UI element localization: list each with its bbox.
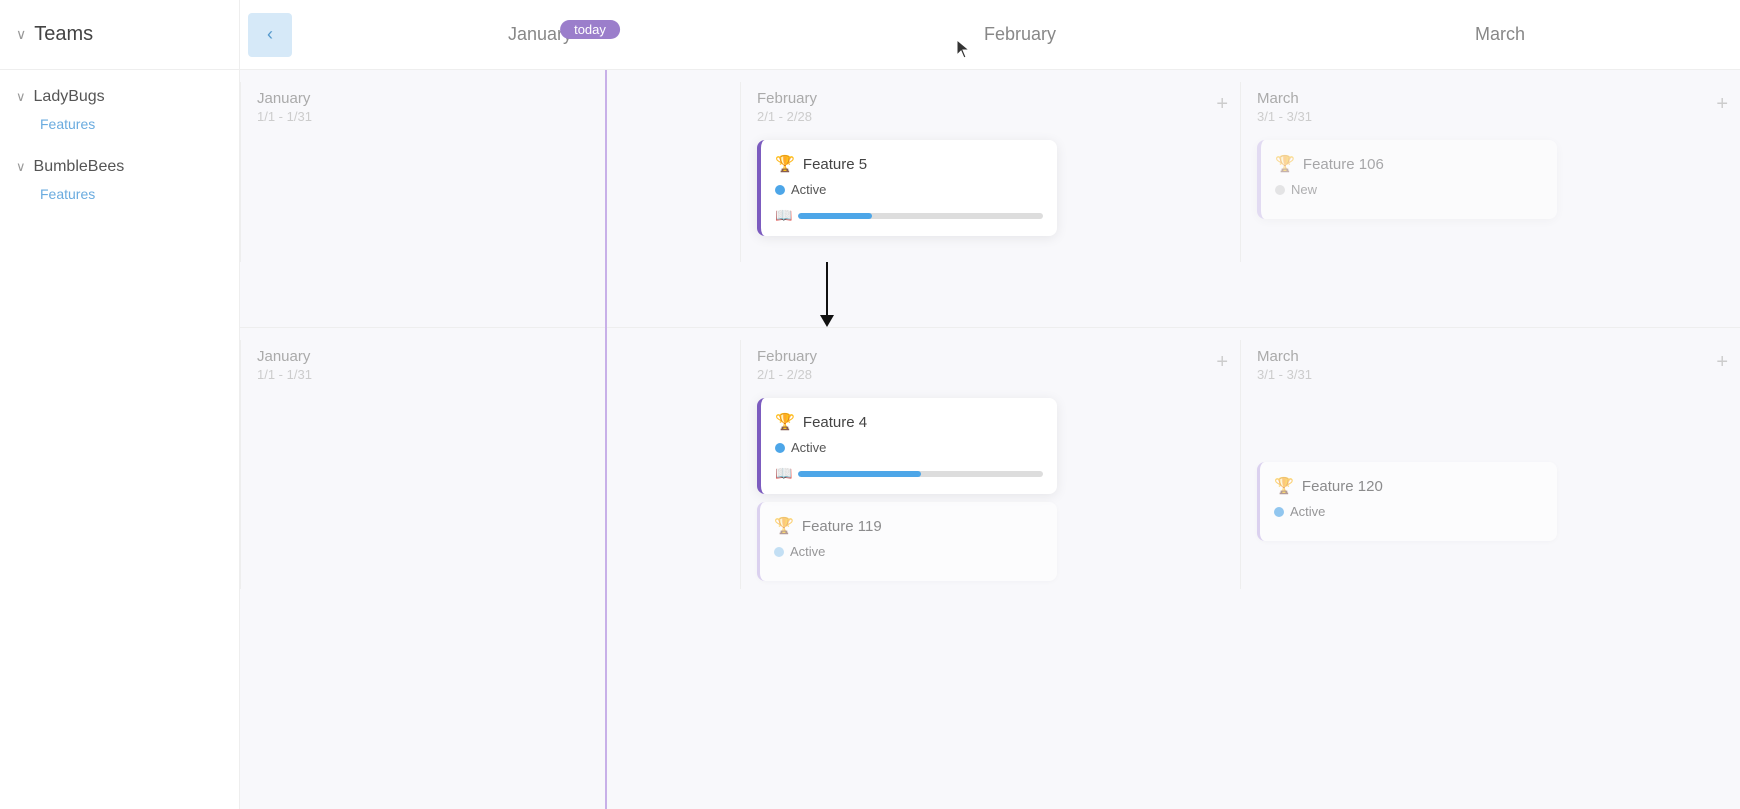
arrow-head-icon <box>820 315 834 327</box>
bumblebees-feb-add-button[interactable]: + <box>1216 352 1228 372</box>
feature-5-book-icon: 📖 <box>775 207 792 224</box>
chevron-left-icon: ‹ <box>267 24 273 45</box>
feature-5-trophy-icon: 🏆 <box>775 154 795 174</box>
ladybugs-feb-title: February <box>757 90 1224 107</box>
feature-4-title: 🏆 Feature 4 <box>775 412 1043 432</box>
feature-106-card[interactable]: 🏆 Feature 106 New <box>1257 140 1557 219</box>
feature-5-card[interactable]: 🏆 Feature 5 Active 📖 <box>757 140 1057 236</box>
bumblebees-mar-title: March <box>1257 348 1724 365</box>
bumblebees-january-col: January 1/1 - 1/31 <box>240 340 740 589</box>
bumblebees-group: ∨ BumbleBees Features <box>0 140 239 210</box>
feature-4-book-icon: 📖 <box>775 465 792 482</box>
feature-5-progress-bar <box>798 213 1043 219</box>
bumblebees-jan-range: 1/1 - 1/31 <box>257 367 724 382</box>
feature-5-status-dot <box>775 185 785 195</box>
feature-5-progress-fill <box>798 213 871 219</box>
feature-119-trophy-icon: 🏆 <box>774 516 794 536</box>
ladybugs-feb-range: 2/1 - 2/28 <box>757 109 1224 124</box>
dependency-arrow-container <box>240 262 1740 327</box>
arrow-line <box>826 262 828 315</box>
feature-4-progress-bar <box>798 471 1043 477</box>
feature-119-title: 🏆 Feature 119 <box>774 516 1043 536</box>
feature-4-progress-fill <box>798 471 920 477</box>
bumblebees-label: BumbleBees <box>34 158 125 176</box>
today-badge: today <box>560 20 620 39</box>
feature-120-status: Active <box>1274 504 1543 519</box>
bumblebees-features-link[interactable]: Features <box>0 182 239 206</box>
bumblebees-february-col: February 2/1 - 2/28 + 🏆 Feature 4 Acti <box>740 340 1240 589</box>
bumblebees-jan-title: January <box>257 348 724 365</box>
teams-chevron-icon: ∨ <box>16 26 26 43</box>
feature-120-title: 🏆 Feature 120 <box>1274 476 1543 496</box>
bumblebees-month-cols: January 1/1 - 1/31 February 2/1 - 2/28 +… <box>240 340 1740 589</box>
ladybugs-mar-range: 3/1 - 3/31 <box>1257 109 1724 124</box>
ladybugs-group-header[interactable]: ∨ LadyBugs <box>0 82 239 112</box>
timeline-area: January 1/1 - 1/31 February 2/1 - 2/28 +… <box>240 70 1740 809</box>
ladybugs-jan-title: January <box>257 90 724 107</box>
sidebar: ∨ Teams ∨ LadyBugs Features ∨ BumbleBees… <box>0 0 240 809</box>
teams-header[interactable]: ∨ Teams <box>0 0 239 70</box>
ladybugs-month-cols: January 1/1 - 1/31 February 2/1 - 2/28 +… <box>240 82 1740 262</box>
feature-120-status-dot <box>1274 507 1284 517</box>
february-header: February <box>780 24 1260 45</box>
feature-106-status-dot <box>1275 185 1285 195</box>
feature-119-card[interactable]: 🏆 Feature 119 Active <box>757 502 1057 581</box>
bumblebees-group-header[interactable]: ∨ BumbleBees <box>0 152 239 182</box>
feature-119-status: Active <box>774 544 1043 559</box>
feature-106-status: New <box>1275 182 1543 197</box>
month-header-row: ‹ today January February March <box>240 0 1740 70</box>
ladybugs-label: LadyBugs <box>34 88 105 106</box>
ladybugs-mar-add-button[interactable]: + <box>1716 94 1728 114</box>
bumblebees-march-col: March 3/1 - 3/31 + 🏆 Feature 120 Activ <box>1240 340 1740 589</box>
bumblebees-feb-range: 2/1 - 2/28 <box>757 367 1224 382</box>
dependency-arrow <box>820 262 834 327</box>
bumblebees-section: January 1/1 - 1/31 February 2/1 - 2/28 +… <box>240 328 1740 589</box>
feature-4-trophy-icon: 🏆 <box>775 412 795 432</box>
nav-back-button[interactable]: ‹ <box>248 13 292 57</box>
ladybugs-chevron-icon: ∨ <box>16 89 26 105</box>
ladybugs-section: January 1/1 - 1/31 February 2/1 - 2/28 +… <box>240 70 1740 327</box>
bumblebees-chevron-icon: ∨ <box>16 159 26 175</box>
january-header: today January <box>300 24 780 45</box>
bumblebees-mar-range: 3/1 - 3/31 <box>1257 367 1724 382</box>
feature-120-trophy-icon: 🏆 <box>1274 476 1294 496</box>
feature-5-status: Active <box>775 182 1043 197</box>
feature-120-card[interactable]: 🏆 Feature 120 Active <box>1257 462 1557 541</box>
feature-4-progress: 📖 <box>775 465 1043 482</box>
feature-119-status-dot <box>774 547 784 557</box>
ladybugs-feb-add-button[interactable]: + <box>1216 94 1228 114</box>
feature-4-status: Active <box>775 440 1043 455</box>
feature-106-title: 🏆 Feature 106 <box>1275 154 1543 174</box>
march-header: March <box>1260 24 1740 45</box>
ladybugs-group: ∨ LadyBugs Features <box>0 70 239 140</box>
feature-106-trophy-icon: 🏆 <box>1275 154 1295 174</box>
feature-4-status-dot <box>775 443 785 453</box>
feature-4-card[interactable]: 🏆 Feature 4 Active 📖 <box>757 398 1057 494</box>
ladybugs-mar-title: March <box>1257 90 1724 107</box>
teams-label: Teams <box>34 23 93 46</box>
ladybugs-march-col: March 3/1 - 3/31 + 🏆 Feature 106 New <box>1240 82 1740 262</box>
bumblebees-mar-add-button[interactable]: + <box>1716 352 1728 372</box>
ladybugs-features-link[interactable]: Features <box>0 112 239 136</box>
ladybugs-january-col: January 1/1 - 1/31 <box>240 82 740 262</box>
main-content: ‹ today January February March January 1… <box>240 0 1740 809</box>
ladybugs-jan-range: 1/1 - 1/31 <box>257 109 724 124</box>
ladybugs-february-col: February 2/1 - 2/28 + 🏆 Feature 5 Acti <box>740 82 1240 262</box>
feature-5-progress: 📖 <box>775 207 1043 224</box>
feature-5-title: 🏆 Feature 5 <box>775 154 1043 174</box>
bumblebees-feb-title: February <box>757 348 1224 365</box>
